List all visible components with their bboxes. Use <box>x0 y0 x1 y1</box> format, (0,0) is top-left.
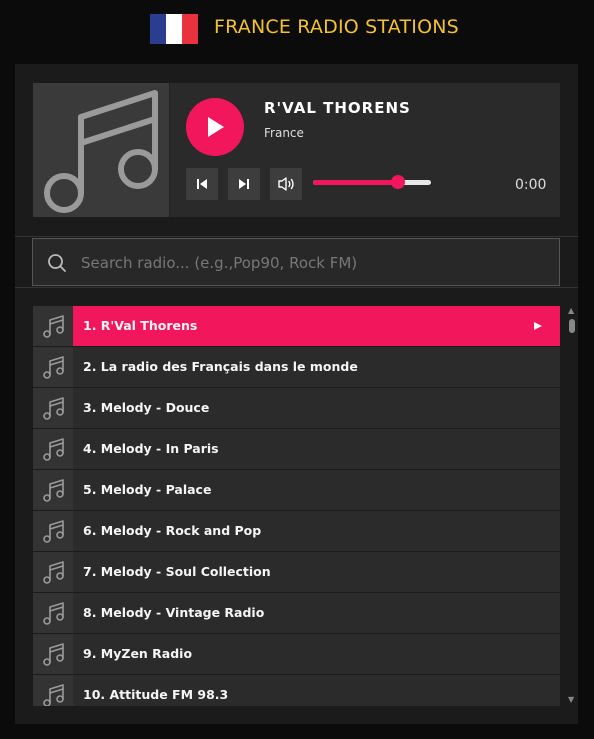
station-list-item[interactable]: 5. Melody - Palace <box>33 470 560 510</box>
station-list-item[interactable]: 4. Melody - In Paris <box>33 429 560 469</box>
station-list-item[interactable]: 2. La radio des Français dans le monde <box>33 347 560 387</box>
station-list-item[interactable]: 9. MyZen Radio <box>33 634 560 674</box>
station-icon <box>33 470 73 510</box>
skip-next-icon <box>239 179 249 189</box>
music-note-icon <box>43 684 64 706</box>
station-list-item[interactable]: 1. R'Val Thorens <box>33 306 560 346</box>
play-icon <box>208 117 224 137</box>
station-icon <box>33 347 73 387</box>
scrollbar-thumb[interactable] <box>569 319 575 333</box>
volume-thumb[interactable] <box>390 175 405 189</box>
volume-fill <box>313 180 398 185</box>
station-label: 2. La radio des Français dans le monde <box>83 359 358 374</box>
station-name: R'VAL THORENS <box>264 99 411 117</box>
station-label: 5. Melody - Palace <box>83 482 212 497</box>
station-list: 1. R'Val Thorens 2. La radio des Français… <box>33 306 560 706</box>
previous-button[interactable] <box>186 168 218 200</box>
station-icon <box>33 675 73 706</box>
music-note-icon <box>43 643 64 666</box>
search-box <box>32 238 560 286</box>
music-note-icon <box>44 90 158 213</box>
search-input[interactable] <box>79 249 543 277</box>
volume-icon <box>278 177 294 191</box>
station-icon <box>33 552 73 592</box>
divider <box>15 287 578 288</box>
music-note-icon <box>43 438 64 461</box>
station-icon <box>33 429 73 469</box>
music-note-icon <box>43 356 64 379</box>
scroll-up-arrow-icon[interactable]: ▲ <box>568 306 574 315</box>
station-label: 6. Melody - Rock and Pop <box>83 523 262 538</box>
app-header: FRANCE RADIO STATIONS <box>0 0 594 62</box>
search-icon <box>48 254 66 272</box>
volume-slider[interactable] <box>313 175 431 189</box>
player-card: R'VAL THORENS France 0:00 <box>33 83 560 217</box>
station-label: 4. Melody - In Paris <box>83 441 219 456</box>
station-artwork <box>33 83 170 217</box>
station-icon <box>33 511 73 551</box>
station-icon <box>33 593 73 633</box>
station-list-item[interactable]: 7. Melody - Soul Collection <box>33 552 560 592</box>
elapsed-time: 0:00 <box>515 177 547 193</box>
station-label: 9. MyZen Radio <box>83 646 193 661</box>
music-note-icon <box>43 602 64 625</box>
music-note-icon <box>43 315 64 338</box>
france-flag-icon <box>150 14 198 44</box>
station-list-item[interactable]: 3. Melody - Douce <box>33 388 560 428</box>
station-list-item[interactable]: 10. Attitude FM 98.3 <box>33 675 560 706</box>
divider <box>15 236 578 237</box>
station-list-item[interactable]: 6. Melody - Rock and Pop <box>33 511 560 551</box>
scroll-down-arrow-icon[interactable]: ▼ <box>568 695 574 704</box>
station-label: 8. Melody - Vintage Radio <box>83 605 265 620</box>
station-icon <box>33 634 73 674</box>
music-note-icon <box>43 561 64 584</box>
station-label: 1. R'Val Thorens <box>83 318 198 333</box>
station-label: 3. Melody - Douce <box>83 400 210 415</box>
play-button[interactable] <box>186 98 244 156</box>
skip-previous-icon <box>197 179 207 189</box>
station-label: 7. Melody - Soul Collection <box>83 564 271 579</box>
play-indicator-icon <box>534 322 542 330</box>
music-note-icon <box>43 520 64 543</box>
mute-button[interactable] <box>270 168 302 200</box>
next-button[interactable] <box>228 168 260 200</box>
station-label: 10. Attitude FM 98.3 <box>83 687 229 702</box>
station-icon <box>33 388 73 428</box>
station-list-item[interactable]: 8. Melody - Vintage Radio <box>33 593 560 633</box>
music-note-icon <box>43 397 64 420</box>
station-country: France <box>264 126 304 140</box>
music-note-icon <box>43 479 64 502</box>
page-title: FRANCE RADIO STATIONS <box>214 16 459 38</box>
station-icon <box>33 306 73 346</box>
list-scrollbar[interactable]: ▲ ▼ <box>566 306 578 706</box>
